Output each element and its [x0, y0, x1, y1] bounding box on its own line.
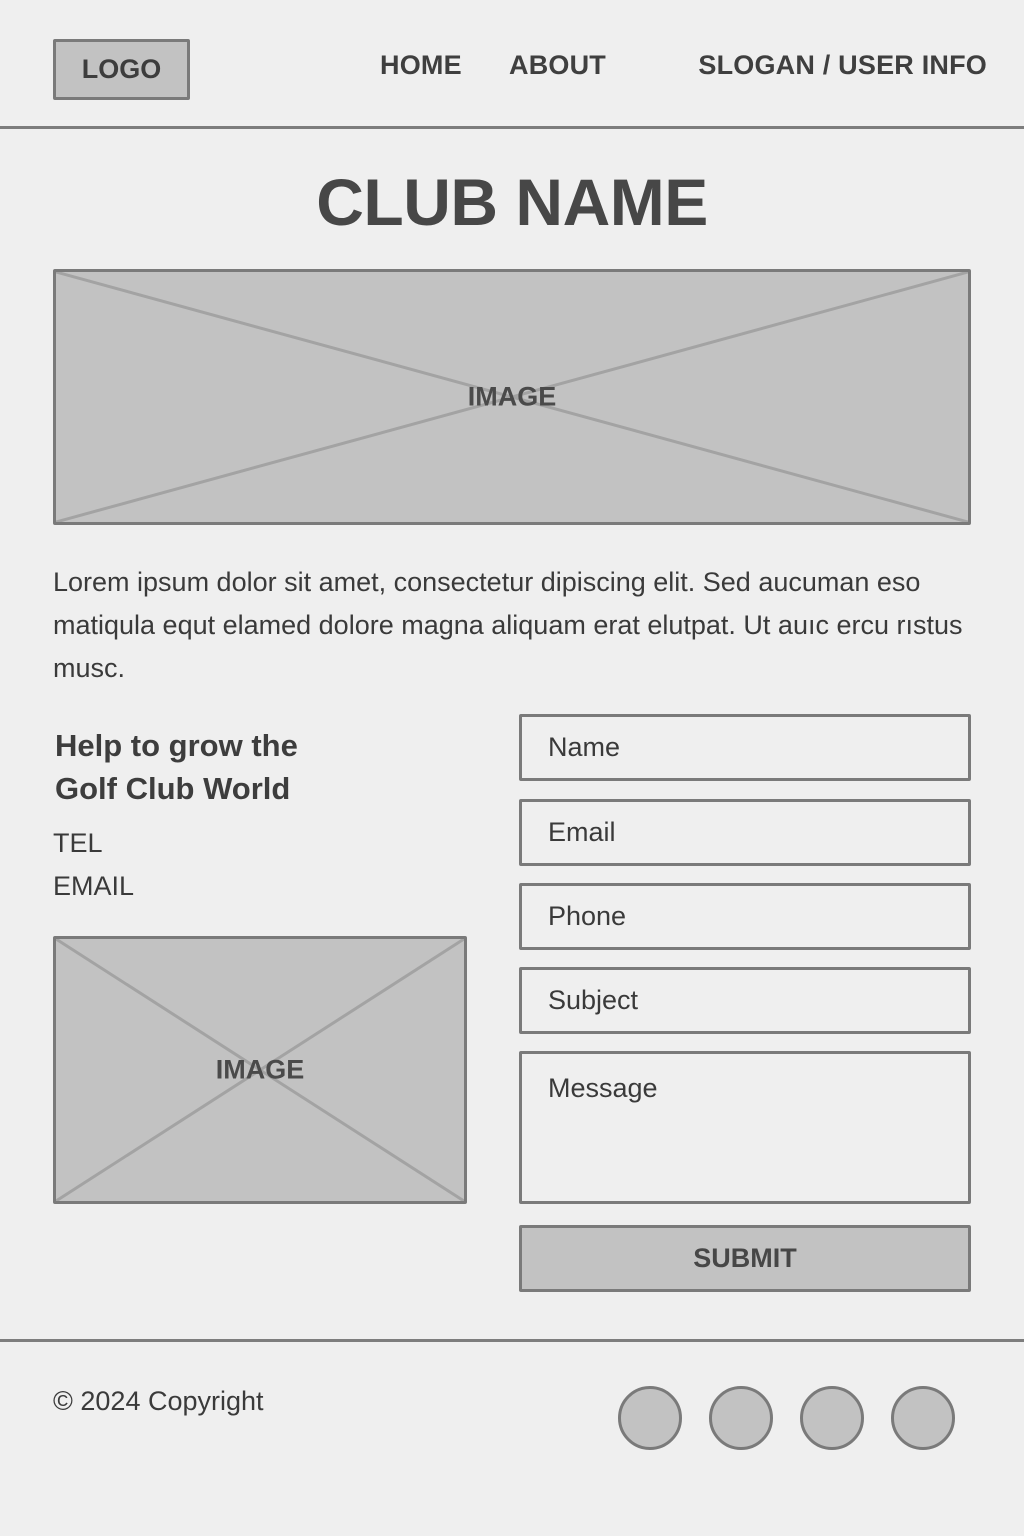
intro-paragraph: Lorem ipsum dolor sit amet, consectetur … — [53, 567, 963, 683]
email-field[interactable] — [519, 799, 971, 866]
email-label: EMAIL — [53, 871, 135, 901]
tel-label: TEL — [53, 828, 103, 858]
logo[interactable]: LOGO — [53, 39, 190, 100]
contact-heading: Help to grow the Golf Club World — [55, 724, 475, 810]
subject-field[interactable] — [519, 967, 971, 1034]
contact-image-label: IMAGE — [215, 1054, 305, 1085]
social-icon-2[interactable] — [709, 1386, 773, 1450]
message-field[interactable] — [519, 1051, 971, 1204]
hero-image-label: IMAGE — [467, 381, 557, 412]
phone-field[interactable] — [519, 883, 971, 950]
contact-image-placeholder: IMAGE — [53, 936, 467, 1204]
copyright-text: © 2024 Copyright — [53, 1386, 264, 1416]
hero-image-placeholder: IMAGE — [53, 269, 971, 525]
social-icon-4[interactable] — [891, 1386, 955, 1450]
submit-button[interactable]: SUBMIT — [519, 1225, 971, 1292]
page-title: CLUB NAME — [316, 165, 708, 239]
contact-heading-line1: Help to grow the — [55, 728, 298, 763]
nav-about-link[interactable]: ABOUT — [509, 50, 606, 81]
contact-heading-line2: Golf Club World — [55, 771, 291, 806]
social-icon-1[interactable] — [618, 1386, 682, 1450]
footer-divider — [0, 1339, 1024, 1342]
slogan-user-info: SLOGAN / USER INFO — [698, 50, 987, 80]
nav-home-link[interactable]: HOME — [380, 50, 462, 81]
header-divider — [0, 126, 1024, 129]
social-icon-3[interactable] — [800, 1386, 864, 1450]
name-field[interactable] — [519, 714, 971, 781]
